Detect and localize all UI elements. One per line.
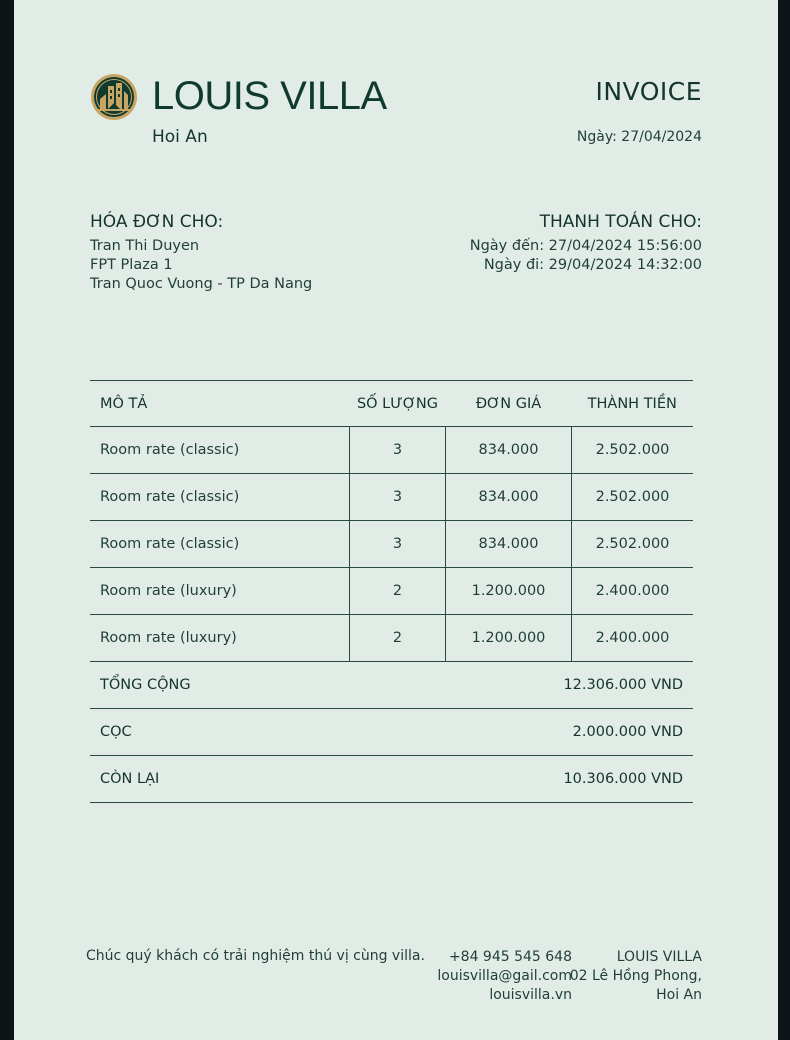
item-quantity: 3 (349, 520, 446, 568)
item-unit-price: 1.200.000 (445, 614, 572, 662)
item-amount: 2.400.000 (571, 614, 693, 662)
balance-row: CÒN LẠI 10.306.000 VND (90, 755, 693, 803)
invoice-items-table: MÔ TẢ SỐ LƯỢNG ĐƠN GIÁ THÀNH TIỀN Room r… (90, 380, 693, 803)
column-header-description: MÔ TẢ (90, 380, 350, 427)
item-description: Room rate (classic) (90, 426, 350, 474)
column-header-quantity: SỐ LƯỢNG (349, 380, 446, 427)
total-value: 12.306.000 VND (445, 661, 693, 709)
check-out-date: Ngày đi: 29/04/2024 14:32:00 (483, 257, 702, 273)
item-unit-price: 1.200.000 (445, 567, 572, 615)
bill-to-name: Tran Thi Duyen (90, 238, 200, 254)
villa-building-icon (91, 74, 137, 120)
address-city: Hoi An (656, 987, 702, 1003)
bill-to-section: HÓA ĐƠN CHO: Tran Thi Duyen FPT Plaza 1 … (90, 212, 312, 294)
balance-label: CÒN LẠI (90, 755, 446, 803)
table-row: Room rate (luxury) 2 1.200.000 2.400.000 (90, 614, 693, 662)
item-description: Room rate (luxury) (90, 567, 350, 615)
item-amount: 2.400.000 (571, 567, 693, 615)
contact-email: louisvilla@gail.com (437, 968, 572, 984)
balance-value: 10.306.000 VND (445, 755, 693, 803)
address-company-name: LOUIS VILLA (616, 949, 702, 965)
column-header-unit-price: ĐƠN GIÁ (445, 380, 572, 427)
contact-website: louisvilla.vn (489, 987, 572, 1003)
bill-to-heading: HÓA ĐƠN CHO: (90, 212, 224, 232)
item-quantity: 2 (349, 614, 446, 662)
item-description: Room rate (classic) (90, 520, 350, 568)
contact-phone: +84 945 545 648 (448, 949, 572, 965)
deposit-value: 2.000.000 VND (445, 708, 693, 756)
table-row: Room rate (classic) 3 834.000 2.502.000 (90, 520, 693, 568)
document-title: INVOICE (595, 77, 702, 106)
thank-you-message: Chúc quý khách có trải nghiệm thú vị cùn… (86, 948, 425, 964)
table-header-row: MÔ TẢ SỐ LƯỢNG ĐƠN GIÁ THÀNH TIỀN (90, 380, 693, 427)
total-label: TỔNG CỘNG (90, 661, 446, 709)
item-quantity: 2 (349, 567, 446, 615)
item-quantity: 3 (349, 473, 446, 521)
address-street: 02 Lê Hồng Phong, (569, 968, 702, 984)
item-unit-price: 834.000 (445, 473, 572, 521)
deposit-row: CỌC 2.000.000 VND (90, 708, 693, 756)
brand-city: Hoi An (152, 127, 208, 147)
pay-to-heading: THANH TOÁN CHO: (539, 212, 702, 232)
table-row: Room rate (classic) 3 834.000 2.502.000 (90, 426, 693, 474)
company-address: LOUIS VILLA 02 Lê Hồng Phong, Hoi An (570, 948, 702, 1005)
item-quantity: 3 (349, 426, 446, 474)
check-in-date: Ngày đến: 27/04/2024 15:56:00 (469, 238, 702, 254)
item-amount: 2.502.000 (571, 426, 693, 474)
item-unit-price: 834.000 (445, 426, 572, 474)
table-row: Room rate (luxury) 2 1.200.000 2.400.000 (90, 567, 693, 615)
deposit-label: CỌC (90, 708, 446, 756)
contact-info: +84 945 545 648 louisvilla@gail.com loui… (437, 948, 572, 1005)
item-amount: 2.502.000 (571, 473, 693, 521)
item-description: Room rate (luxury) (90, 614, 350, 662)
item-amount: 2.502.000 (571, 520, 693, 568)
item-unit-price: 834.000 (445, 520, 572, 568)
invoice-date: Ngày: 27/04/2024 (576, 129, 702, 145)
total-row: TỔNG CỘNG 12.306.000 VND (90, 661, 693, 709)
bill-to-address: Tran Quoc Vuong - TP Da Nang (90, 276, 313, 292)
item-description: Room rate (classic) (90, 473, 350, 521)
brand-name: LOUIS VILLA (152, 74, 387, 118)
table-row: Room rate (classic) 3 834.000 2.502.000 (90, 473, 693, 521)
bill-to-company: FPT Plaza 1 (90, 257, 173, 273)
invoice-page: LOUIS VILLA Hoi An INVOICE Ngày: 27/04/2… (14, 0, 778, 1040)
pay-to-section: THANH TOÁN CHO: Ngày đến: 27/04/2024 15:… (470, 212, 702, 275)
column-header-amount: THÀNH TIỀN (571, 380, 693, 427)
